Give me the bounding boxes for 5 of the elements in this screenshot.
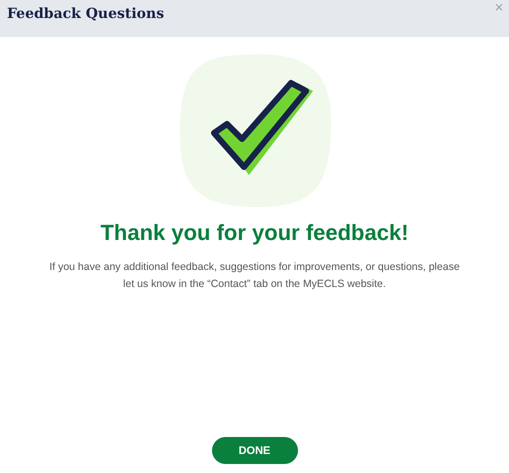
success-heading: Thank you for your feedback! [100,220,409,246]
window-title: Feedback Questions [7,6,164,22]
checkmark-icon [178,53,332,208]
message-text: If you have any additional feedback, suggestions for improvements, or questions, please let us know in the “Contact” tab on the MyECLS website. [48,260,461,292]
done-button[interactable]: DONE [212,437,298,464]
